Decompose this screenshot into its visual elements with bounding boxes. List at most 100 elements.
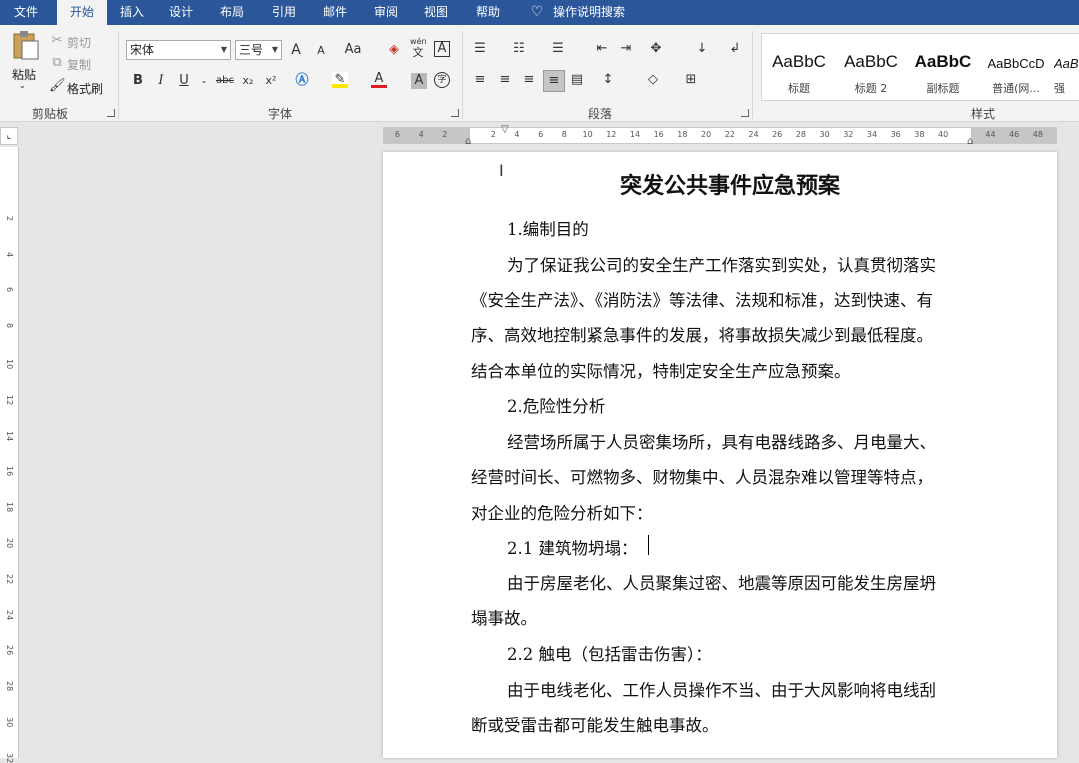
superscript-button[interactable]: x² (263, 73, 279, 89)
paragraph-group-label: 段落 (587, 107, 612, 121)
multilevel-list-icon[interactable]: ☰ (550, 41, 566, 57)
borders-icon[interactable]: ⊞ (683, 72, 699, 88)
strikethrough-button[interactable]: abc (214, 73, 236, 89)
doc-line: 由于房屋老化、人员聚集过密、地震等原因可能发生房屋坍 (507, 574, 936, 593)
tell-me-search[interactable]: 操作说明搜索 (553, 0, 633, 25)
horizontal-ruler[interactable]: 6 4 2 2 4 6 8 10 12 14 16 18 20 22 24 26 28 30 32 34 36 38 40 4… (383, 124, 1057, 147)
copy-icon[interactable]: ⧉ (49, 55, 65, 71)
line-spacing-icon[interactable]: ↕ (600, 72, 616, 88)
align-left-icon[interactable]: ≡ (472, 72, 488, 88)
styles-group-label: 样式 (970, 107, 995, 121)
doc-line: 塌事故。 (471, 609, 537, 628)
copy-button[interactable]: 复制 (67, 56, 91, 73)
ruler-number: 34 (866, 130, 878, 139)
style-preview: AaBbCcD (987, 56, 1045, 71)
shrink-font-icon[interactable]: A (313, 43, 329, 59)
decrease-indent-icon[interactable]: ⇤ (594, 41, 610, 57)
chevron-down-icon[interactable]: ⌄ (196, 73, 212, 89)
document-page[interactable]: 突发公共事件应急预案 1.编制目的 为了保证我公司的安全生产工作落实到实处，认真… (383, 152, 1057, 758)
increase-indent-icon[interactable]: ⇥ (618, 41, 634, 57)
tab-insert[interactable]: 插入 (110, 0, 154, 25)
change-case-icon[interactable]: Aa (339, 42, 367, 58)
shading-icon[interactable]: ◇ (645, 72, 661, 88)
tab-view[interactable]: 视图 (414, 0, 458, 25)
text-effects-icon[interactable]: Ⓐ (294, 73, 310, 89)
tab-layout[interactable]: 布局 (210, 0, 254, 25)
subscript-button[interactable]: x₂ (240, 73, 256, 89)
text-cursor (648, 535, 649, 555)
font-size-value: 三号 (239, 43, 264, 57)
ruler-number: 36 (890, 130, 901, 139)
style-subtitle[interactable]: AaBbC 副标题 (908, 42, 978, 100)
ruler-number: 20 (701, 130, 712, 139)
font-size-combo[interactable]: 三号 ▼ (235, 40, 282, 60)
font-color-icon[interactable]: A (371, 72, 387, 88)
doc-line: 经营场所属于人员密集场所，具有电器线路多、月电量大、 (507, 433, 936, 452)
enclose-characters-icon[interactable]: 字 (434, 72, 450, 88)
style-preview: AaBbC (914, 52, 972, 71)
format-painter-button[interactable]: 格式刷 (67, 80, 103, 97)
tab-help[interactable]: 帮助 (466, 0, 510, 25)
justify-icon[interactable]: ≡ (543, 70, 565, 92)
paste-icon[interactable] (8, 31, 42, 61)
chinese-layout-icon[interactable]: ✥ (648, 41, 664, 57)
style-heading[interactable]: AaBbC 标题 (764, 42, 834, 100)
style-heading-2[interactable]: AaBbC 标题 2 (836, 42, 906, 100)
doc-line: 对企业的危险分析如下： (471, 504, 653, 523)
vertical-ruler[interactable]: 2 4 6 8 10 12 14 16 18 20 22 24 26 28 30 32 (0, 147, 19, 763)
ruler-number: 2 (490, 130, 496, 139)
ruler-number: 40 (938, 130, 949, 139)
ruler-number: 8 (561, 130, 567, 139)
highlight-icon[interactable]: ✎ (332, 72, 348, 88)
hanging-indent-marker-icon[interactable]: ⌂ (465, 136, 471, 147)
tab-file[interactable]: 文件 (0, 0, 52, 25)
ruler-number: 20 (5, 538, 14, 549)
tab-review[interactable]: 审阅 (364, 0, 408, 25)
char-border-icon[interactable]: A (434, 41, 450, 57)
numbering-icon[interactable]: ☷ (511, 41, 527, 57)
ruler-number: 30 (5, 717, 14, 728)
ruler-number: 16 (5, 466, 14, 477)
chevron-down-icon: ▼ (271, 45, 278, 54)
style-preview: AaBbC (844, 52, 898, 71)
italic-button[interactable]: I (153, 73, 169, 89)
cut-icon[interactable]: ✂ (49, 33, 65, 49)
char-shading-icon[interactable]: A (411, 73, 427, 89)
phonetic-guide-icon[interactable]: 文 (410, 47, 426, 63)
align-center-icon[interactable]: ≡ (497, 72, 513, 88)
style-normal-web[interactable]: AaBbCcD 普通(网... (980, 42, 1052, 100)
group-separator (462, 31, 463, 119)
ruler-number: 28 (795, 130, 806, 139)
first-line-indent-marker-icon[interactable]: ▽ (501, 124, 509, 135)
bold-button[interactable]: B (130, 73, 146, 89)
format-painter-icon[interactable]: 🖌 (49, 78, 66, 94)
paragraph-launcher-icon[interactable] (741, 109, 749, 117)
clipboard-group-label: 剪贴板 (31, 107, 68, 121)
style-strong[interactable]: AaBb 强 (1054, 42, 1079, 100)
tab-references[interactable]: 引用 (262, 0, 306, 25)
align-right-icon[interactable]: ≡ (521, 72, 537, 88)
doc-line: 为了保证我公司的安全生产工作落实到实处，认真贯彻落实 (507, 256, 936, 275)
ruler-number: 48 (1032, 130, 1043, 139)
doc-line: 由于电线老化、工作人员操作不当、由于大风影响将电线刮 (507, 681, 936, 700)
distributed-icon[interactable]: ▤ (569, 72, 585, 88)
grow-font-icon[interactable]: A (288, 42, 304, 58)
font-name-combo[interactable]: 宋体 ▼ (126, 40, 231, 60)
sort-icon[interactable]: ↓ (694, 41, 710, 57)
cut-button[interactable]: 剪切 (67, 34, 91, 51)
tab-design[interactable]: 设计 (159, 0, 203, 25)
tab-home[interactable]: 开始 (57, 0, 107, 25)
underline-button[interactable]: U (176, 73, 192, 89)
ruler-number: 2 (442, 130, 448, 139)
clear-formatting-icon[interactable]: ◈ (386, 42, 402, 58)
ruler-number: 6 (5, 287, 14, 293)
bullets-icon[interactable]: ☰ (472, 41, 488, 57)
font-launcher-icon[interactable] (451, 109, 459, 117)
style-preview: AaBbC (772, 52, 826, 71)
tab-mailings[interactable]: 邮件 (313, 0, 357, 25)
clipboard-launcher-icon[interactable] (107, 109, 115, 117)
tab-selector-icon[interactable]: ⌞ (0, 127, 18, 145)
show-marks-icon[interactable]: ↲ (727, 41, 743, 57)
paste-dropdown-icon[interactable]: ⌄ (19, 81, 26, 90)
right-indent-marker-icon[interactable]: ⌂ (967, 136, 973, 147)
